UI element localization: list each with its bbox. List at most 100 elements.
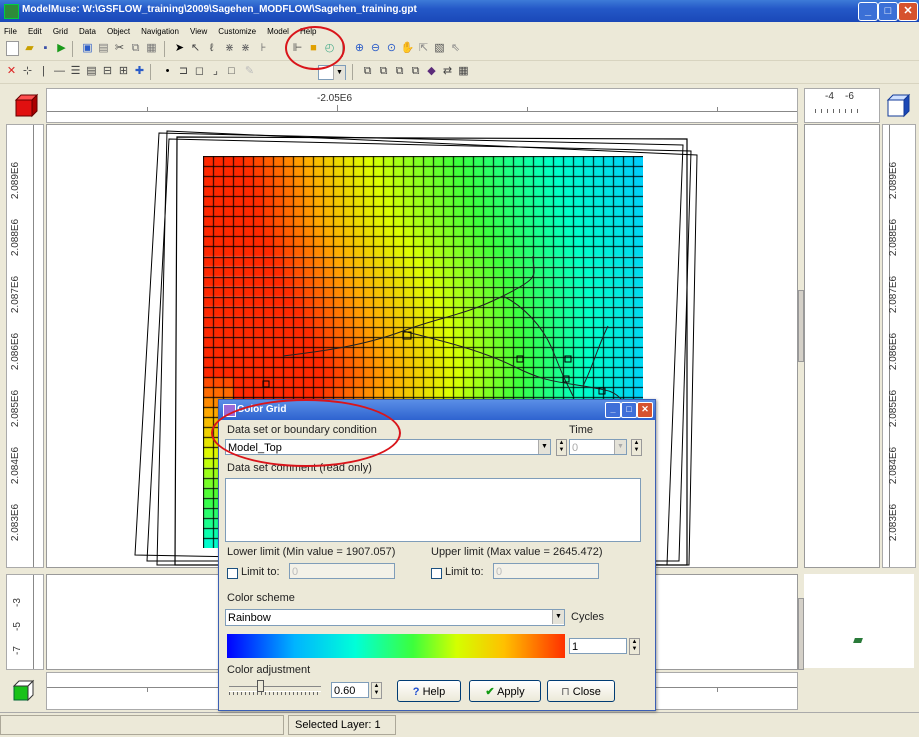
point-icon[interactable]: • [160,64,175,79]
app-icon [4,4,19,19]
dialog-minimize-button[interactable]: _ [605,402,621,418]
new-file-icon[interactable] [6,41,19,56]
upper-limit-checkbox[interactable] [431,568,442,579]
zoom-out-icon[interactable]: ⊖ [368,41,383,56]
left-ruler-label: 2.085E6 [10,389,22,428]
restore-view-icon[interactable]: ▧ [432,41,447,56]
delete-icon[interactable]: ✕ [4,64,19,79]
color-scheme-combo[interactable]: Rainbow ▼ [225,609,565,626]
generate-grid-icon[interactable]: ⊞ [116,64,131,79]
green-cube-icon[interactable] [10,676,38,704]
side-cube-icon[interactable] [884,92,912,120]
menu-file[interactable]: File [4,27,17,36]
dataset-spin[interactable]: ▲ ▼ [556,439,567,456]
zoom-in-icon[interactable]: ⊕ [352,41,367,56]
window-titlebar: ModelMuse: W:\GSFLOW_training\2009\Sageh… [0,0,919,22]
color-adjustment-input[interactable]: 0.60 [331,682,369,698]
splitter-handle[interactable] [798,290,804,362]
open-folder-icon[interactable]: ▰ [22,41,37,56]
grid-box-icon[interactable]: ▤ [84,64,99,79]
menu-customize[interactable]: Customize [218,27,256,36]
minimize-button[interactable]: _ [858,2,878,21]
zoom-extents-icon[interactable]: ⇱ [416,41,431,56]
top-ruler-label: -2.05E6 [317,93,353,104]
vertical-line-icon[interactable]: | [36,64,51,79]
window-icon[interactable]: ▣ [80,41,95,56]
measure-icon[interactable]: ⇖ [448,41,463,56]
right-ruler-label: 2.084E6 [888,446,900,485]
close-window-button[interactable]: ✕ [898,2,918,21]
menu-data[interactable]: Data [79,27,96,36]
color-scheme-preview [227,634,565,658]
help-button[interactable]: ? Help [397,680,461,702]
dialog-maximize-button[interactable]: □ [621,402,637,418]
object-display-icon[interactable]: ⧉ [360,64,375,79]
maximize-button[interactable]: □ [878,2,898,21]
lower-limit-input[interactable]: 0 [289,563,395,579]
time-spin[interactable]: ▲ ▼ [631,439,642,456]
close-button[interactable]: ⊓ Close [547,680,615,702]
right-ruler-label: 2.083E6 [888,503,900,542]
select-line-icon[interactable]: ↖ [188,41,203,56]
upper-limit-label: Upper limit (Max value = 2645.472) [431,546,603,558]
object-display-3-icon[interactable]: ⧉ [392,64,407,79]
rectangle-icon[interactable]: □ [224,64,239,79]
menu-edit[interactable]: Edit [28,27,42,36]
apply-button-label: Apply [497,686,525,698]
side-top-ruler: -4 -6 [804,88,880,123]
horizontal-line-icon[interactable]: — [52,64,67,79]
lower-limit-checkbox[interactable] [227,568,238,579]
menu-model[interactable]: Model [267,27,289,36]
help-button-label: Help [422,686,446,698]
apply-button[interactable]: ✔ Apply [469,680,541,702]
upper-limit-input[interactable]: 0 [493,563,599,579]
dialog-close-icon[interactable]: ✕ [637,402,653,418]
add-node-icon[interactable]: ✚ [132,64,147,79]
cycles-spin[interactable]: ▲ ▼ [629,638,640,655]
chevron-down-icon: ▼ [614,440,626,454]
3d-view-panel[interactable] [804,574,914,668]
object-display-4-icon[interactable]: ⧉ [408,64,423,79]
straight-line-icon[interactable]: ⌟ [208,64,223,79]
red-cube-icon[interactable] [10,92,39,120]
polygon-icon[interactable]: ◻ [192,64,207,79]
grid-tool-icon[interactable]: ⋇ [222,41,237,56]
cut-icon[interactable]: ✂ [112,41,127,56]
color-adjustment-thumb[interactable] [257,680,264,692]
zoom-icon[interactable]: ⊙ [384,41,399,56]
right-ruler-label: 2.088E6 [888,218,900,257]
color-adjustment-spin[interactable]: ▲ ▼ [371,682,382,699]
left-ruler-label: 2.087E6 [10,275,22,314]
menu-navigation[interactable]: Navigation [141,27,179,36]
3d-object-icon[interactable]: ◆ [424,64,439,79]
edit-vertex-icon[interactable]: ✎ [242,64,257,79]
menu-object[interactable]: Object [107,27,130,36]
save-icon[interactable]: ▪ [38,41,53,56]
paste-icon[interactable]: ▦ [144,41,159,56]
lasso-icon[interactable]: ℓ [204,41,219,56]
cycles-input[interactable]: 1 [569,638,627,654]
add-column-icon[interactable]: ⊹ [20,64,35,79]
print-icon[interactable]: ▤ [96,41,111,56]
spacing-icon[interactable]: ⊟ [100,64,115,79]
comment-textarea[interactable] [225,478,641,542]
table-icon[interactable]: ▦ [456,64,471,79]
object-display-2-icon[interactable]: ⧉ [376,64,391,79]
side-view-panel[interactable] [804,124,880,568]
grid-tool-3-icon[interactable]: ⊦ [256,41,271,56]
copy-icon[interactable]: ⧉ [128,41,143,56]
select-arrow-icon[interactable]: ➤ [172,41,187,56]
window-title: ModelMuse: W:\GSFLOW_training\2009\Sageh… [22,4,417,15]
line-object-icon[interactable]: ⊐ [176,64,191,79]
transform-icon[interactable]: ⇄ [440,64,455,79]
time-combo[interactable]: 0 ▼ [569,439,627,455]
chevron-down-icon: ▼ [333,66,345,80]
menu-bar: File Edit Grid Data Object Navigation Vi… [0,22,919,38]
grid-tool-2-icon[interactable]: ⋇ [238,41,253,56]
pan-icon[interactable]: ✋ [400,41,415,56]
run-model-icon[interactable]: ▶ [54,41,69,56]
menu-view[interactable]: View [190,27,207,36]
right-ruler-label: 2.087E6 [888,275,900,314]
menu-grid[interactable]: Grid [53,27,68,36]
row-icon[interactable]: ☰ [68,64,83,79]
